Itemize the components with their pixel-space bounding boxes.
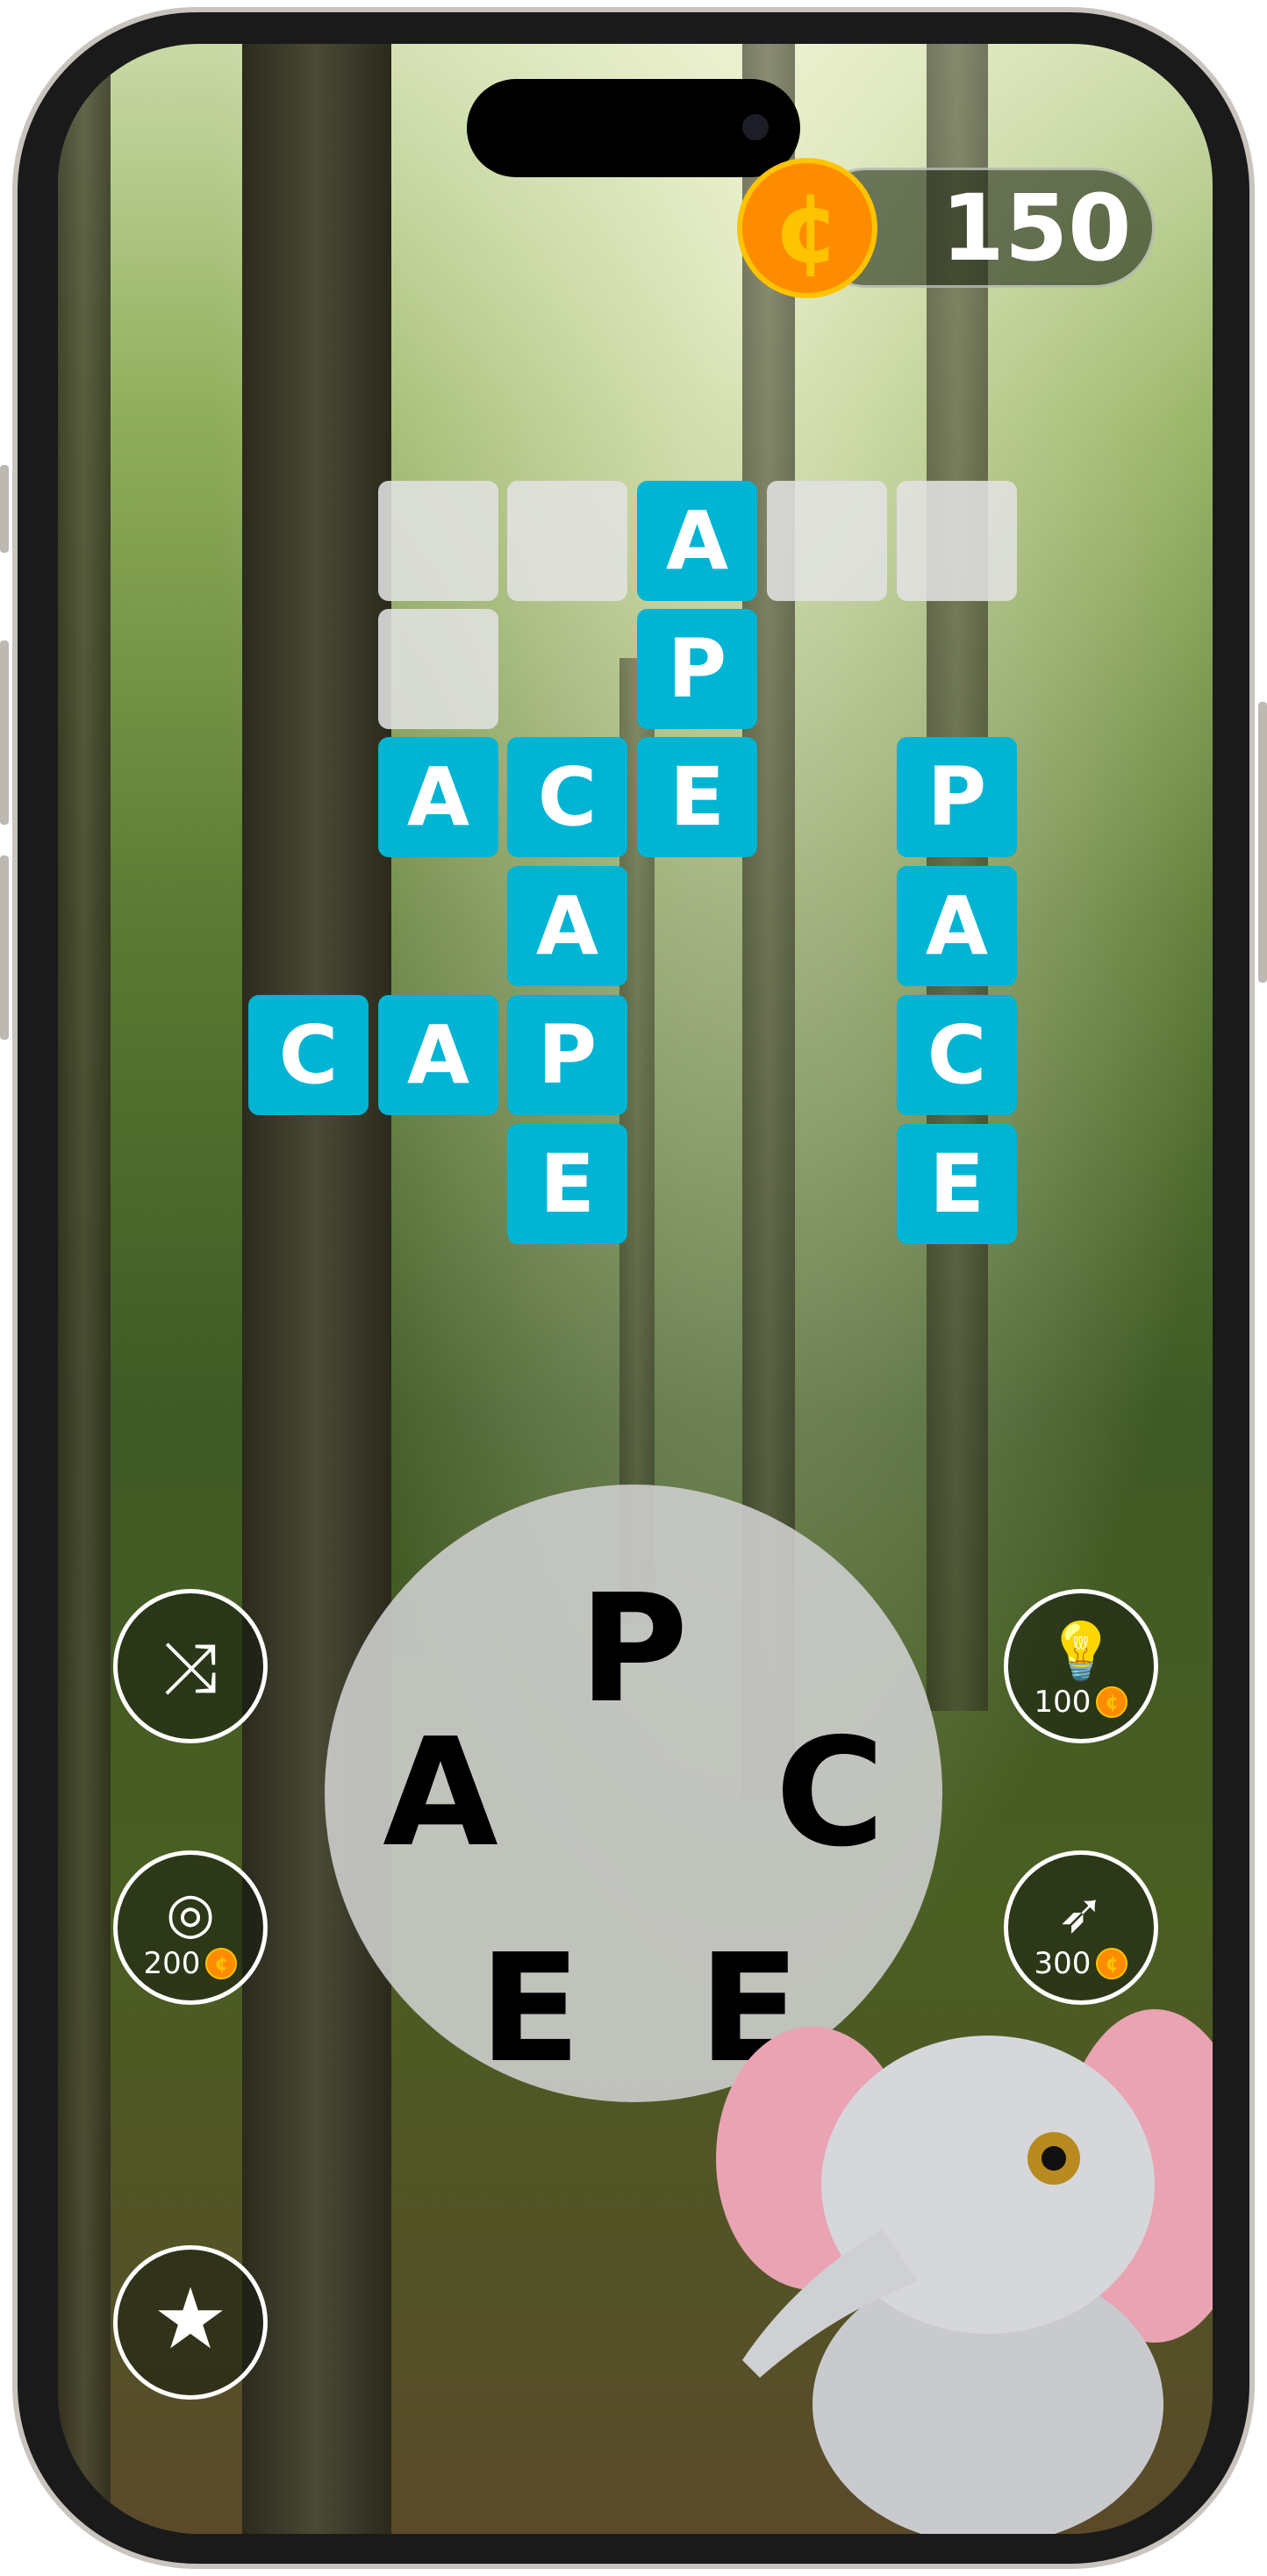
letter-tile: C bbox=[507, 737, 627, 857]
letter-tile: P bbox=[897, 737, 1017, 857]
empty-tile bbox=[767, 481, 887, 601]
letter-tile: A bbox=[378, 995, 498, 1115]
wheel-letter[interactable]: C bbox=[742, 1706, 918, 1881]
letter-tile: A bbox=[378, 737, 498, 857]
letter-tile: A bbox=[637, 481, 757, 601]
tree-trunk bbox=[58, 44, 111, 2534]
letter-tile: P bbox=[507, 995, 627, 1115]
cent-coin-icon: ¢ bbox=[1096, 1686, 1128, 1718]
letter-tile: E bbox=[507, 1124, 627, 1244]
star-button[interactable]: ★ bbox=[113, 2245, 268, 2400]
letter-tile: P bbox=[637, 609, 757, 729]
wheel-letter[interactable]: E bbox=[442, 1921, 618, 2097]
elephant-mascot bbox=[716, 2009, 1213, 2534]
letter-tile: E bbox=[897, 1124, 1017, 1244]
dynamic-island bbox=[467, 79, 800, 177]
letter-tile: C bbox=[248, 995, 369, 1115]
empty-tile bbox=[897, 481, 1017, 601]
hint-button[interactable]: 💡 100 ¢ bbox=[1004, 1589, 1158, 1743]
target-icon: ◎ bbox=[166, 1881, 215, 1946]
empty-tile bbox=[378, 609, 498, 729]
wheel-letter[interactable]: P bbox=[546, 1562, 721, 1737]
hint-cost: 100 bbox=[1034, 1685, 1092, 1720]
letter-tile: C bbox=[897, 995, 1017, 1115]
rocket-icon: ➶ bbox=[1057, 1881, 1105, 1946]
coin-balance: 150 bbox=[941, 175, 1132, 282]
letter-tile: A bbox=[897, 866, 1017, 986]
empty-tile bbox=[507, 481, 627, 601]
shuffle-icon: ⤨ bbox=[162, 1627, 218, 1708]
empty-tile bbox=[378, 481, 498, 601]
letter-tile: E bbox=[637, 737, 757, 857]
shuffle-button[interactable]: ⤨ bbox=[113, 1589, 268, 1743]
camera bbox=[742, 114, 769, 140]
target-cost: 200 bbox=[143, 1946, 201, 1981]
letter-tile: A bbox=[507, 866, 627, 986]
lightbulb-icon: 💡 bbox=[1046, 1620, 1116, 1685]
star-icon: ★ bbox=[152, 2270, 229, 2368]
game-screen: ¢ 150 APACEPAACAPCEE P A C E E ⤨ 💡 100 ¢ … bbox=[58, 44, 1213, 2534]
target-button[interactable]: ◎ 200 ¢ bbox=[113, 1850, 268, 2005]
tree-trunk bbox=[242, 44, 391, 2534]
cent-coin-icon: ¢ bbox=[737, 158, 877, 298]
wheel-letter[interactable]: A bbox=[353, 1706, 528, 1881]
cent-coin-icon: ¢ bbox=[205, 1948, 238, 1979]
